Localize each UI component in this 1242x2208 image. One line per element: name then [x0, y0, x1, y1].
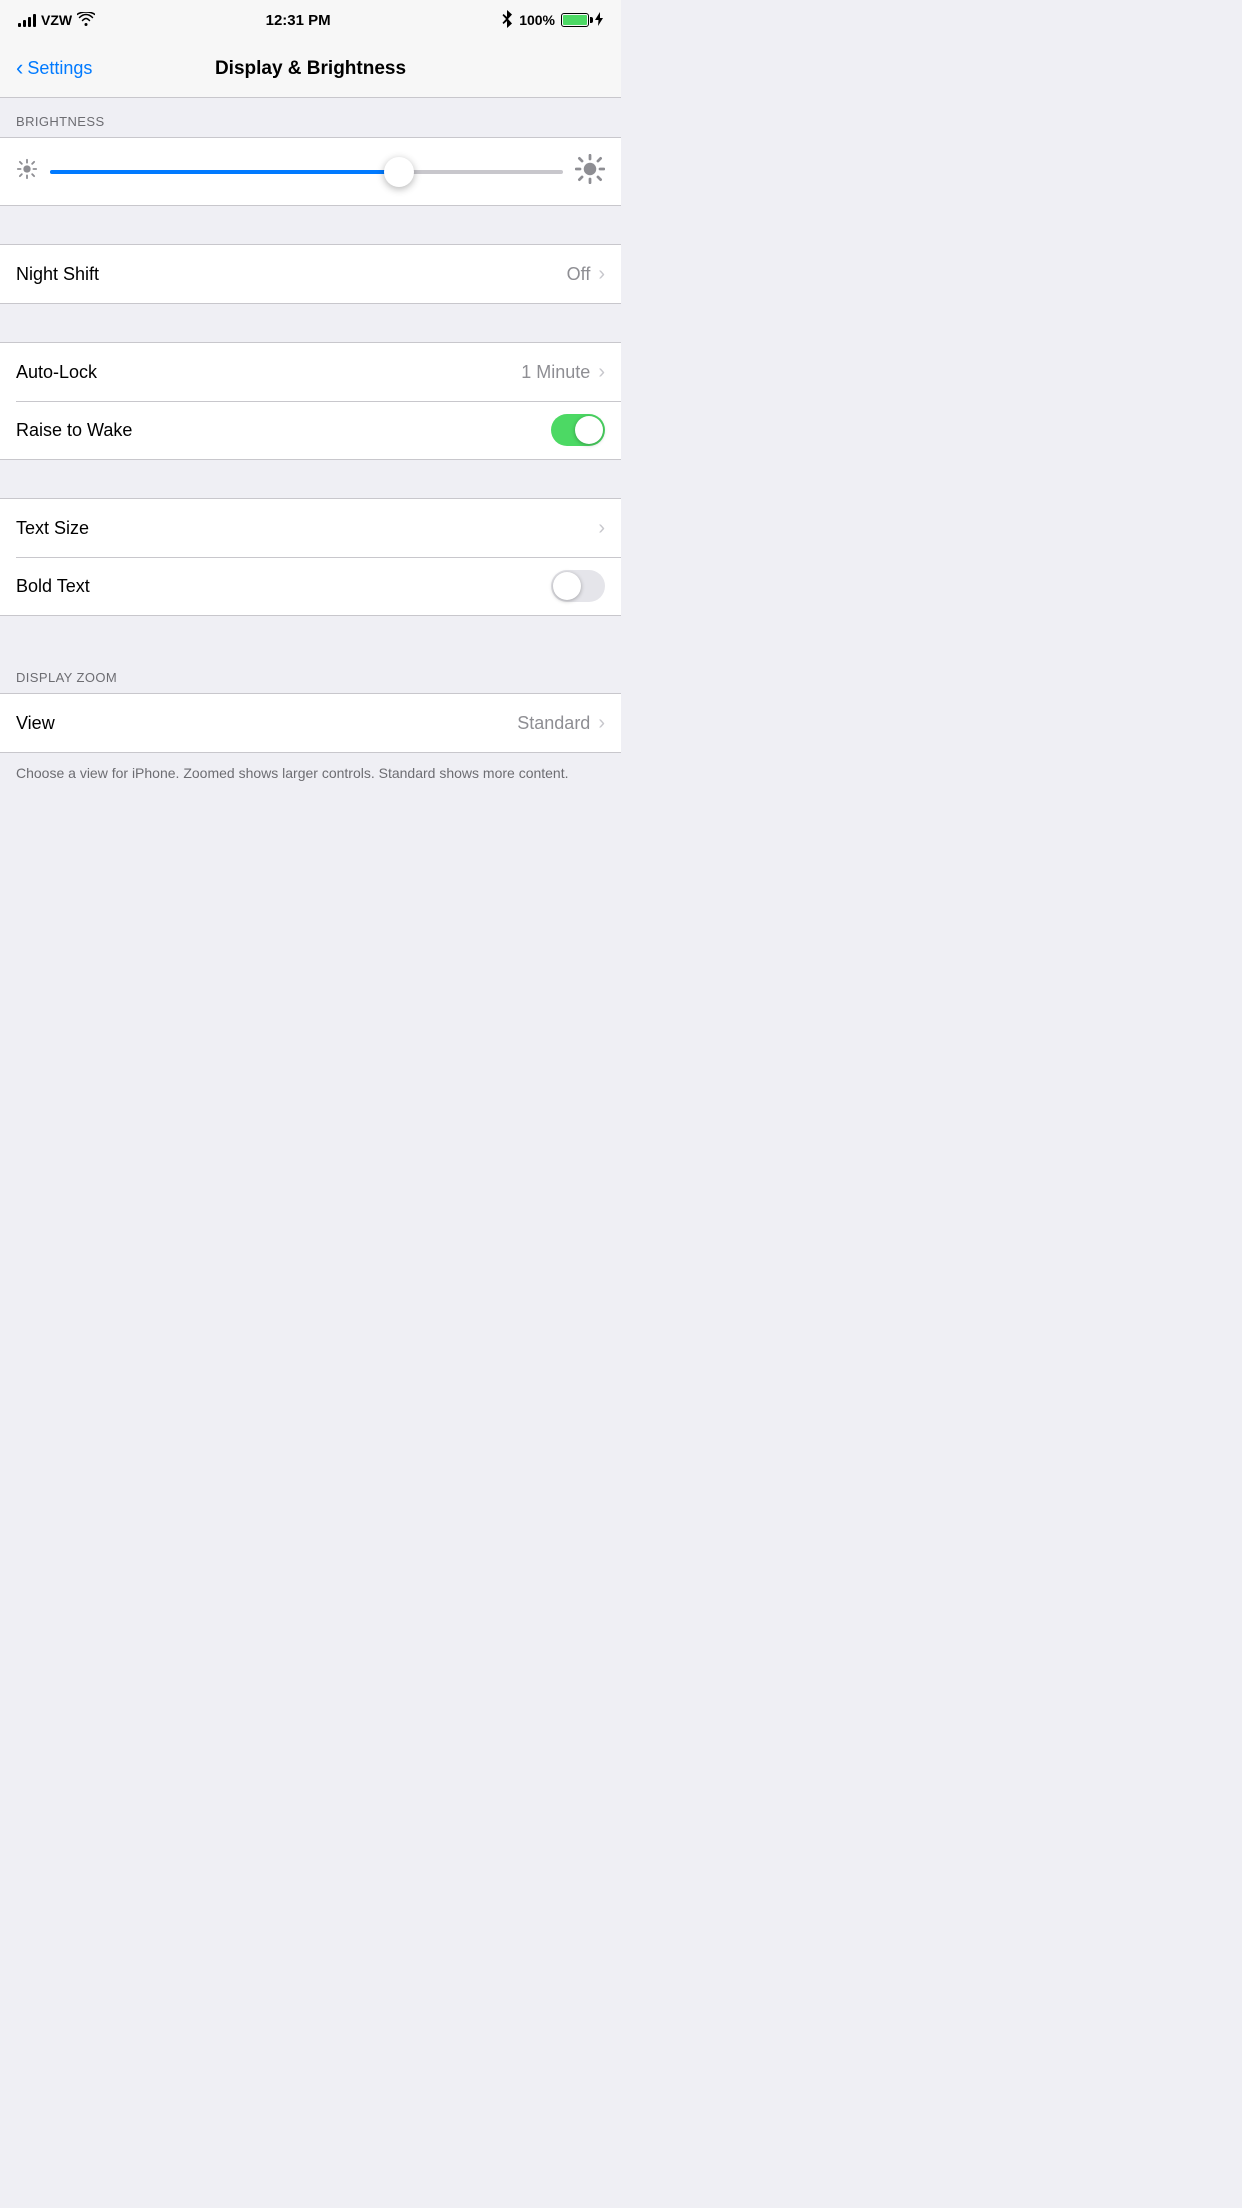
bluetooth-icon [501, 10, 513, 31]
text-section-group: Text Size › Bold Text [0, 498, 621, 616]
battery-fill [563, 15, 587, 25]
brightness-section-header: BRIGHTNESS [0, 98, 621, 137]
signal-bar-2 [23, 20, 26, 27]
night-shift-chevron-icon: › [598, 263, 605, 286]
lock-section-group: Auto-Lock 1 Minute › Raise to Wake [0, 342, 621, 460]
status-time: 12:31 PM [266, 12, 331, 29]
bold-text-toggle-knob [553, 572, 581, 600]
night-shift-label: Night Shift [16, 264, 567, 285]
bold-text-label: Bold Text [16, 576, 551, 597]
back-label: Settings [27, 58, 92, 79]
display-zoom-group: View Standard › [0, 693, 621, 753]
raise-to-wake-label: Raise to Wake [16, 420, 551, 441]
text-size-label: Text Size [16, 518, 598, 539]
view-label: View [16, 713, 517, 734]
back-chevron-icon: ‹ [16, 57, 23, 79]
battery-shell [561, 13, 589, 27]
back-button[interactable]: ‹ Settings [16, 58, 92, 79]
battery-percent: 100% [519, 12, 555, 28]
text-size-chevron-icon: › [598, 517, 605, 540]
bold-text-toggle[interactable] [551, 570, 605, 602]
carrier-label: VZW [41, 12, 72, 28]
charging-icon [595, 12, 603, 29]
display-zoom-section-header: DISPLAY ZOOM [0, 654, 621, 693]
display-zoom-footer: Choose a view for iPhone. Zoomed shows l… [0, 753, 621, 803]
status-bar: VZW 12:31 PM 100% [0, 0, 621, 40]
signal-bar-1 [18, 23, 21, 27]
page-title: Display & Brightness [215, 58, 406, 80]
nav-bar: ‹ Settings Display & Brightness [0, 40, 621, 98]
auto-lock-row[interactable]: Auto-Lock 1 Minute › [0, 343, 621, 401]
brightness-track [50, 170, 563, 174]
view-value: Standard [517, 713, 590, 734]
status-right: 100% [501, 10, 603, 31]
sun-large-icon [575, 154, 605, 189]
night-shift-value: Off [567, 264, 591, 285]
bold-text-row: Bold Text [0, 557, 621, 615]
gap-2 [0, 304, 621, 342]
brightness-section [0, 137, 621, 206]
signal-bars [18, 13, 36, 27]
view-chevron-icon: › [598, 712, 605, 735]
gap-4 [0, 616, 621, 654]
auto-lock-label: Auto-Lock [16, 362, 521, 383]
brightness-thumb[interactable] [384, 157, 414, 187]
brightness-fill [50, 170, 399, 174]
auto-lock-chevron-icon: › [598, 361, 605, 384]
night-shift-row[interactable]: Night Shift Off › [0, 245, 621, 303]
signal-bar-4 [33, 14, 36, 27]
view-row[interactable]: View Standard › [0, 694, 621, 752]
status-left: VZW [18, 12, 95, 29]
brightness-row[interactable] [16, 154, 605, 189]
signal-bar-3 [28, 17, 31, 27]
raise-to-wake-row: Raise to Wake [0, 401, 621, 459]
brightness-slider[interactable] [50, 157, 563, 187]
gap-1 [0, 206, 621, 244]
raise-to-wake-toggle[interactable] [551, 414, 605, 446]
raise-to-wake-toggle-knob [575, 416, 603, 444]
night-shift-group: Night Shift Off › [0, 244, 621, 304]
wifi-icon [77, 12, 95, 29]
auto-lock-value: 1 Minute [521, 362, 590, 383]
gap-3 [0, 460, 621, 498]
text-size-row[interactable]: Text Size › [0, 499, 621, 557]
sun-small-icon [16, 158, 38, 185]
battery-indicator [561, 13, 589, 27]
